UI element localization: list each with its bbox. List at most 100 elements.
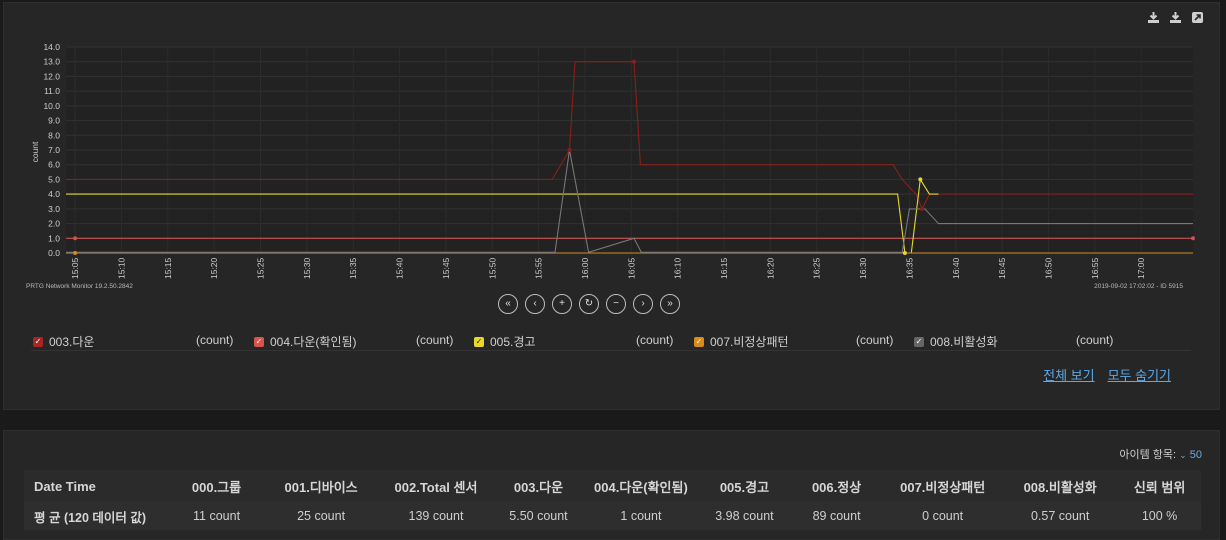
data-point xyxy=(1191,236,1195,241)
zoom-in-button[interactable]: + xyxy=(552,294,572,314)
checkbox-icon[interactable]: ✓ xyxy=(694,336,704,347)
x-tick-label: 15:50 xyxy=(487,257,497,279)
x-tick-label: 16:50 xyxy=(1043,257,1053,279)
column-header[interactable]: 004.다운(확인됨) xyxy=(583,470,699,502)
legend-unit: (count) xyxy=(1076,333,1114,347)
x-tick-label: 16:45 xyxy=(997,257,1007,279)
x-tick-label: 15:15 xyxy=(163,257,173,279)
legend-label: 003.다운 xyxy=(49,335,95,349)
column-header[interactable]: 008.비활성화 xyxy=(1002,470,1118,502)
x-tick-label: 16:35 xyxy=(904,257,914,279)
data-point xyxy=(920,206,925,211)
items-per-page-label: 아이템 항목: xyxy=(1119,449,1177,461)
line-chart: 0.0 1.0 2.0 3.0 4.0 5.0 6.0 7.0 8.0 9.0 10.0 11.0 12… xyxy=(30,42,1195,279)
first-page-button[interactable]: « xyxy=(498,294,518,314)
data-point xyxy=(918,177,923,182)
table-header-row: Date Time 000.그룹 001.디바이스 002.Total 센서 0… xyxy=(24,470,1201,502)
data-point xyxy=(632,59,637,64)
data-table: Date Time 000.그룹 001.디바이스 002.Total 센서 0… xyxy=(24,470,1201,530)
y-tick-label: 11.0 xyxy=(44,86,60,96)
y-axis-label: count xyxy=(30,141,40,162)
legend-unit: (count) xyxy=(416,333,454,347)
table-cell: 139 count xyxy=(408,509,464,523)
column-header[interactable]: 007.비정상패턴 xyxy=(883,470,1002,502)
column-header[interactable]: 002.Total 센서 xyxy=(378,470,494,502)
next-button[interactable]: › xyxy=(633,294,653,314)
legend-item-005[interactable]: ✓ 005.경고 xyxy=(474,333,535,350)
table-cell: 89 count xyxy=(812,509,861,523)
x-tick-label: 16:30 xyxy=(858,257,868,279)
chart-footer-timestamp: 2019-09-02 17:02:02 - ID 5915 xyxy=(1094,283,1183,290)
chart-navigation: « ‹ + ↻ − › » xyxy=(498,294,680,314)
legend-links: 전체 보기 모두 숨기기 xyxy=(1043,365,1171,384)
x-tick-label: 16:55 xyxy=(1090,257,1100,279)
x-tick-label: 16:40 xyxy=(951,257,961,279)
hide-all-link[interactable]: 모두 숨기기 xyxy=(1108,365,1171,384)
table-row-average: 평 균 (120 데이터 값) 11 count 25 count 139 co… xyxy=(24,502,1201,530)
x-tick-label: 15:10 xyxy=(116,257,126,279)
table-cell: 1 count xyxy=(620,509,662,523)
column-header[interactable]: 005.경고 xyxy=(699,470,790,502)
y-tick-label: 3.0 xyxy=(48,204,60,214)
legend-unit: (count) xyxy=(196,333,234,347)
chart-legend: ✓ 003.다운 (count) ✓ 004.다운(확인됨) (count) ✓… xyxy=(31,333,1191,351)
items-per-page-value: 50 xyxy=(1189,449,1202,461)
x-tick-label: 16:00 xyxy=(580,257,590,279)
legend-item-007[interactable]: ✓ 007.비정상패턴 xyxy=(694,333,789,350)
checkbox-icon[interactable]: ✓ xyxy=(914,336,924,347)
zoom-out-button[interactable]: − xyxy=(606,294,626,314)
reset-zoom-button[interactable]: ↻ xyxy=(579,294,599,314)
column-header[interactable]: 신뢰 범위 xyxy=(1118,470,1201,502)
y-tick-label: 10.0 xyxy=(43,101,60,111)
legend-item-003[interactable]: ✓ 003.다운 xyxy=(33,333,94,350)
table-cell: 5.50 count xyxy=(509,509,568,523)
legend-item-004[interactable]: ✓ 004.다운(확인됨) xyxy=(254,333,357,350)
y-tick-label: 12.0 xyxy=(43,71,60,81)
column-header[interactable]: 000.그룹 xyxy=(169,470,264,502)
legend-label: 007.비정상패턴 xyxy=(710,335,789,349)
legend-label: 005.경고 xyxy=(490,335,536,349)
table-cell: 평 균 (120 데이터 값) xyxy=(34,510,147,525)
table-cell: 25 count xyxy=(297,509,346,523)
data-point xyxy=(73,236,78,241)
x-tick-label: 16:05 xyxy=(626,257,636,279)
data-point xyxy=(902,251,907,255)
checkbox-icon[interactable]: ✓ xyxy=(474,336,484,347)
y-tick-label: 8.0 xyxy=(48,130,60,140)
x-tick-label: 15:30 xyxy=(302,257,312,279)
x-tick-label: 17:00 xyxy=(1136,257,1146,279)
previous-button[interactable]: ‹ xyxy=(525,294,545,314)
y-tick-label: 13.0 xyxy=(43,57,60,67)
table-cell: 0.57 count xyxy=(1030,509,1090,523)
y-tick-label: 6.0 xyxy=(48,160,60,170)
legend-divider xyxy=(31,350,1191,351)
y-tick-label: 9.0 xyxy=(48,116,60,126)
legend-unit: (count) xyxy=(856,333,894,347)
show-all-link[interactable]: 전체 보기 xyxy=(1043,365,1094,384)
data-point xyxy=(567,148,572,152)
x-tick-label: 16:15 xyxy=(719,257,729,279)
column-header[interactable]: 001.디바이스 xyxy=(264,470,378,502)
column-header[interactable]: 006.정상 xyxy=(790,470,883,502)
y-tick-label: 7.0 xyxy=(48,145,60,155)
last-page-button[interactable]: » xyxy=(660,294,680,314)
legend-item-008[interactable]: ✓ 008.비활성화 xyxy=(914,333,998,350)
chart-footer-version: PRTG Network Monitor 19.2.50.2842 xyxy=(26,283,133,290)
table-cell: 3.98 count xyxy=(715,509,774,523)
x-tick-label: 15:35 xyxy=(348,257,358,279)
items-per-page-select[interactable]: ⌄ 50 xyxy=(1179,449,1202,461)
column-header[interactable]: 003.다운 xyxy=(494,470,583,502)
x-tick-label: 16:10 xyxy=(673,257,683,279)
checkbox-icon[interactable]: ✓ xyxy=(33,336,43,347)
legend-unit: (count) xyxy=(636,333,674,347)
x-tick-label: 15:20 xyxy=(209,257,219,279)
checkbox-icon[interactable]: ✓ xyxy=(254,336,264,347)
table-cell: 11 count xyxy=(193,509,241,523)
column-header[interactable]: Date Time xyxy=(24,470,169,502)
y-tick-label: 14.0 xyxy=(43,42,60,52)
y-tick-label: 2.0 xyxy=(48,219,60,229)
table-cell: 100 % xyxy=(1141,509,1178,523)
items-per-page: 아이템 항목: ⌄ 50 xyxy=(1119,446,1202,462)
x-tick-label: 16:20 xyxy=(765,257,775,279)
legend-label: 008.비활성화 xyxy=(930,335,998,349)
